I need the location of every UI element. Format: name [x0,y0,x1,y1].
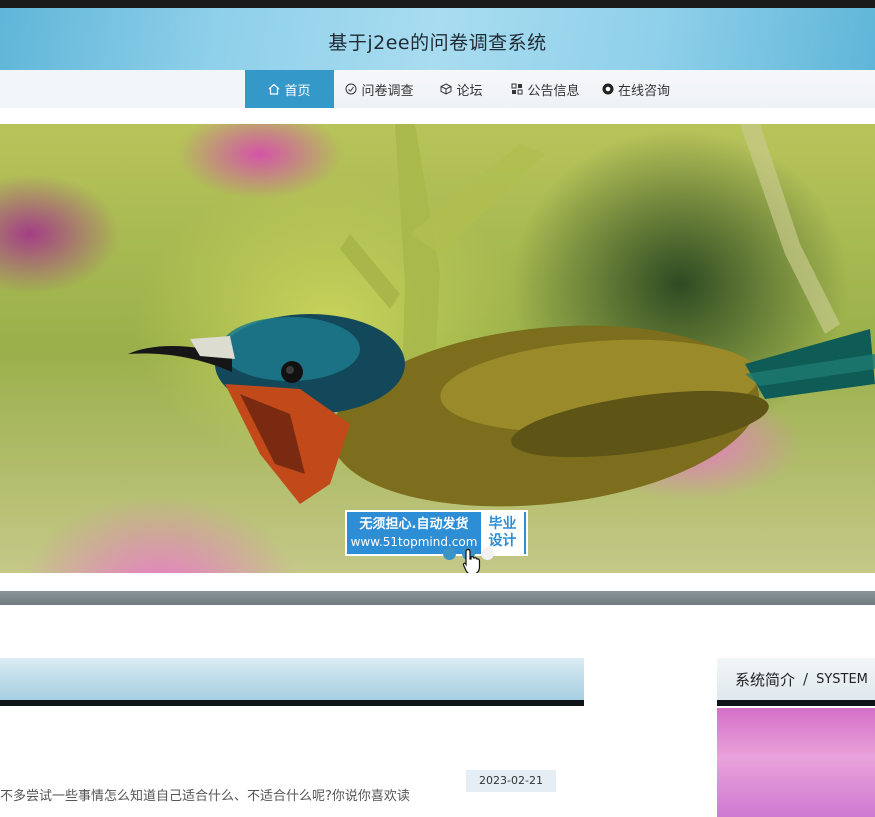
survey-icon [345,83,357,95]
watermark-badge: 无须担心.自动发货 www.51topmind.com 毕业 设计 [345,510,528,556]
hand-cursor-icon [462,548,481,575]
nav-label: 问卷调查 [361,83,414,99]
nav-item-forum[interactable]: 论坛 [425,70,498,108]
grid-icon [511,83,523,95]
nav-label: 首页 [284,83,311,99]
nav-bar: 首页 问卷调查 论坛 公告信息 在线咨询 [0,70,875,108]
bird-illustration [128,124,875,507]
watermark-slogan: 无须担心.自动发货 [359,516,469,532]
date-badge: 2023-02-21 [466,770,556,792]
panel-subtitle: SYSTEM [816,671,868,687]
system-intro-image [717,708,875,817]
carousel-dot[interactable] [443,547,456,560]
nav-item-consult[interactable]: 在线咨询 [593,70,679,108]
nav-label: 论坛 [456,83,483,99]
carousel-dot[interactable] [481,547,494,560]
nav-label: 公告信息 [527,83,580,99]
section-divider [0,591,875,605]
nav-item-home[interactable]: 首页 [245,70,334,108]
main-nav: 首页 问卷调查 论坛 公告信息 在线咨询 [245,70,679,108]
header: 基于j2ee的问卷调查系统 [0,8,875,70]
top-edge [0,0,875,8]
site-title: 基于j2ee的问卷调查系统 [328,32,547,54]
panel-title: 系统简介 [735,670,796,689]
main-panel-header [0,658,584,700]
panel-title-separator: / [803,670,809,688]
chat-icon [602,83,614,95]
nav-item-notices[interactable]: 公告信息 [498,70,593,108]
nav-label: 在线咨询 [617,83,670,99]
article-excerpt[interactable]: 不多尝试一些事情怎么知道自己适合什么、不适合什么呢?你说你喜欢读 [0,786,420,808]
home-icon [269,83,280,95]
system-intro-header: 系统简介 / SYSTEM [717,658,875,700]
hero-banner[interactable]: 无须担心.自动发货 www.51topmind.com 毕业 设计 [0,124,875,573]
cube-icon [440,83,452,95]
nav-item-survey[interactable]: 问卷调查 [334,70,425,108]
